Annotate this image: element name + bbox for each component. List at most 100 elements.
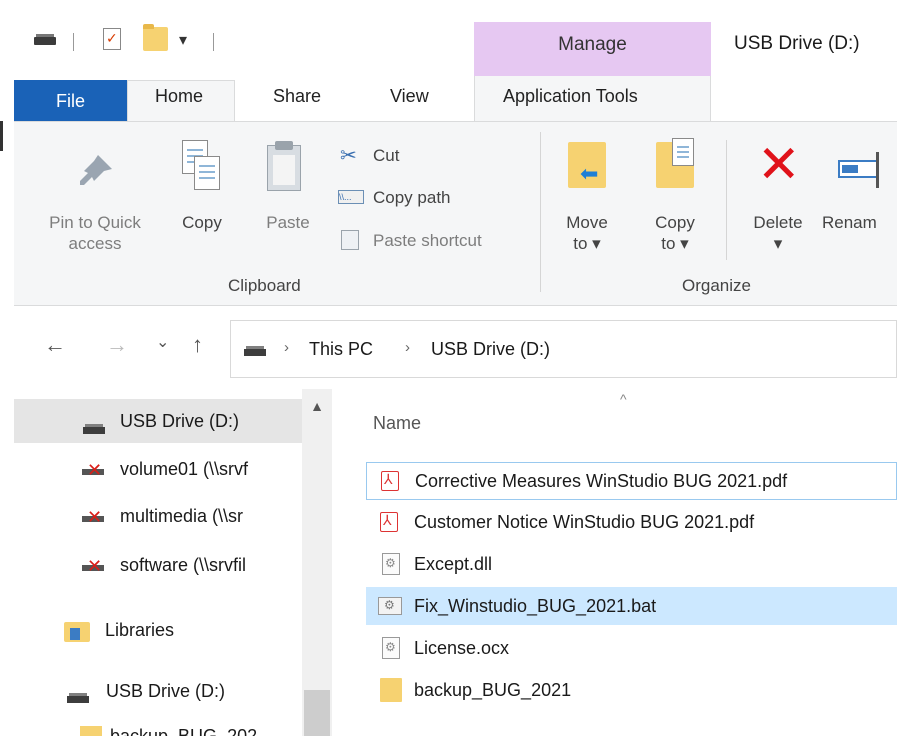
- copy-path-button[interactable]: Copy path: [373, 187, 451, 208]
- clipboard-group-label: Clipboard: [228, 276, 301, 295]
- file-name: Customer Notice WinStudio BUG 2021.pdf: [414, 512, 755, 532]
- pin-to-quick-access-button[interactable]: Pin to Quick access: [30, 212, 160, 254]
- network-drive-disconnected-icon: ✕: [82, 556, 104, 576]
- paste-shortcut-button[interactable]: Paste shortcut: [373, 230, 482, 251]
- nav-item-backup-folder[interactable]: backup_BUG_202: [80, 722, 295, 736]
- cut-icon: ✂: [340, 145, 357, 167]
- breadcrumb-separator[interactable]: ›: [284, 339, 289, 356]
- tab-view[interactable]: View: [390, 86, 429, 107]
- paste-icon: [263, 139, 307, 193]
- paste-button[interactable]: Paste: [258, 212, 318, 233]
- customize-toolbar-icon[interactable]: ▾: [179, 30, 187, 50]
- pin-label-line1: Pin to Quick: [49, 213, 141, 232]
- file-row[interactable]: backup_BUG_2021: [366, 672, 897, 710]
- move-to-icon: ⬅: [568, 142, 606, 188]
- window-edge: [0, 76, 14, 736]
- breadcrumb-this-pc[interactable]: This PC: [309, 339, 373, 360]
- pdf-icon: [381, 471, 399, 491]
- file-name: Except.dll: [414, 554, 493, 574]
- copy-to-label: Copy: [655, 213, 695, 232]
- paste-shortcut-icon: [341, 230, 359, 250]
- system-file-icon: [382, 553, 400, 575]
- cut-button[interactable]: Cut: [373, 145, 399, 166]
- copy-to-arrow: to ▾: [661, 234, 689, 253]
- system-file-icon: [382, 637, 400, 659]
- group-separator: [726, 140, 727, 260]
- libraries-icon: [64, 622, 90, 642]
- folder-icon: [380, 678, 402, 702]
- file-row[interactable]: Customer Notice WinStudio BUG 2021.pdf: [366, 504, 897, 542]
- folder-icon: [80, 726, 102, 736]
- drive-icon: [67, 693, 89, 703]
- rename-icon: [832, 152, 897, 188]
- pin-label-line2: access: [68, 234, 122, 253]
- new-folder-icon[interactable]: [143, 24, 168, 51]
- copy-to-icon: [656, 138, 694, 188]
- manage-label: Manage: [558, 34, 627, 55]
- file-row[interactable]: Corrective Measures WinStudio BUG 2021.p…: [366, 462, 897, 500]
- nav-item-label: software (\\srvfil: [120, 555, 247, 575]
- move-to-label: Move: [566, 213, 608, 232]
- rename-button[interactable]: Renam: [822, 212, 877, 233]
- tab-application-tools[interactable]: Application Tools: [503, 86, 638, 107]
- breadcrumb-separator[interactable]: ›: [405, 339, 410, 356]
- file-row[interactable]: License.ocx: [366, 630, 897, 668]
- batch-file-icon: [378, 597, 402, 615]
- copy-button[interactable]: Copy: [172, 212, 232, 233]
- network-drive-disconnected-icon: ✕: [82, 507, 104, 527]
- delete-button[interactable]: Delete ▾: [738, 212, 818, 254]
- column-header-name[interactable]: Name: [373, 413, 421, 434]
- nav-item-label: backup_BUG_202: [110, 726, 258, 736]
- group-separator: [540, 132, 541, 292]
- nav-item-volume01[interactable]: ✕ volume01 (\\srvf: [80, 453, 295, 489]
- nav-scrollbar[interactable]: [302, 389, 332, 736]
- nav-item-software[interactable]: ✕ software (\\srvfil: [80, 549, 295, 585]
- file-row[interactable]: Except.dll: [366, 546, 897, 584]
- nav-item-label: USB Drive (D:): [120, 411, 240, 431]
- file-name: backup_BUG_2021: [414, 680, 572, 700]
- nav-item-usb-drive[interactable]: USB Drive (D:): [80, 405, 295, 441]
- recent-locations-button[interactable]: ⌄: [156, 332, 169, 352]
- nav-item-libraries[interactable]: Libraries: [60, 612, 295, 648]
- sort-indicator: ^: [620, 391, 627, 407]
- forward-button[interactable]: →: [106, 332, 128, 358]
- scroll-up-button[interactable]: ▲: [302, 398, 332, 414]
- delete-icon: ✕: [757, 136, 801, 194]
- file-name: Fix_Winstudio_BUG_2021.bat: [414, 596, 657, 616]
- breadcrumb-usb-drive[interactable]: USB Drive (D:): [431, 339, 550, 360]
- copy-icon: [182, 140, 226, 196]
- organize-group-label: Organize: [682, 276, 751, 295]
- copy-path-icon: \\...: [338, 190, 364, 204]
- nav-item-label: volume01 (\\srvf: [120, 459, 249, 479]
- nav-item-label: multimedia (\\sr: [120, 506, 244, 526]
- nav-item-label: Libraries: [105, 620, 175, 640]
- window-title: USB Drive (D:): [734, 33, 860, 54]
- pdf-icon: [380, 512, 398, 532]
- network-drive-disconnected-icon: ✕: [82, 460, 104, 480]
- nav-item-multimedia[interactable]: ✕ multimedia (\\sr: [80, 500, 295, 536]
- drive-icon: [244, 346, 266, 356]
- toolbar-separator: [73, 33, 74, 51]
- back-button[interactable]: ←: [44, 332, 66, 358]
- delete-arrow: ▾: [773, 234, 783, 253]
- nav-item-usb-drive-2[interactable]: USB Drive (D:): [64, 674, 295, 710]
- delete-label: Delete: [753, 213, 803, 232]
- pin-icon: [80, 155, 112, 185]
- move-to-button[interactable]: Move to ▾: [552, 212, 622, 254]
- tab-share[interactable]: Share: [273, 86, 321, 107]
- drive-icon: [83, 424, 105, 434]
- tab-file[interactable]: File: [14, 80, 127, 122]
- tab-home[interactable]: Home: [155, 86, 203, 107]
- scrollbar-thumb[interactable]: [304, 690, 330, 736]
- properties-icon[interactable]: [103, 28, 121, 50]
- file-name: Corrective Measures WinStudio BUG 2021.p…: [415, 471, 788, 491]
- edge-marker: [0, 121, 3, 151]
- file-row-selected[interactable]: Fix_Winstudio_BUG_2021.bat: [366, 587, 897, 625]
- drive-icon: [34, 34, 56, 45]
- toolbar-separator: [213, 33, 214, 51]
- up-button[interactable]: ↑: [192, 332, 203, 358]
- nav-item-label: USB Drive (D:): [106, 681, 226, 701]
- move-to-arrow: to ▾: [573, 234, 601, 253]
- copy-to-button[interactable]: Copy to ▾: [640, 212, 710, 254]
- file-name: License.ocx: [414, 638, 510, 658]
